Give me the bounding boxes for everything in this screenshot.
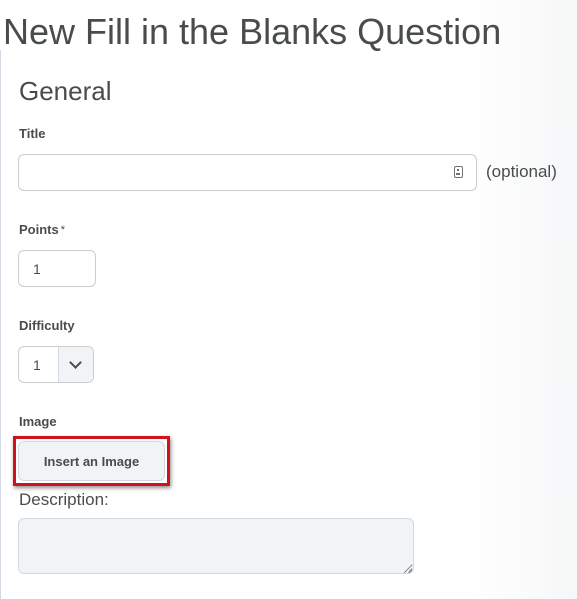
contact-card-icon[interactable] [454, 166, 463, 178]
description-textarea[interactable] [18, 518, 414, 574]
chevron-down-icon [69, 356, 82, 369]
title-input[interactable] [18, 154, 477, 191]
page-title: New Fill in the Blanks Question [3, 11, 502, 52]
image-label: Image [19, 414, 57, 429]
points-input[interactable] [18, 250, 96, 287]
difficulty-dropdown-button[interactable] [58, 347, 93, 382]
insert-image-button[interactable]: Insert an Image [18, 441, 165, 481]
points-label: Points * [19, 222, 65, 238]
title-optional-hint: (optional) [486, 162, 557, 181]
points-label-text: Points [19, 222, 59, 237]
question-editor-page: New Fill in the Blanks Question General … [0, 0, 577, 599]
required-marker: * [60, 224, 66, 236]
resize-grip-icon[interactable] [404, 565, 412, 573]
difficulty-label: Difficulty [19, 318, 75, 333]
content-divider [0, 50, 1, 599]
title-label: Title [19, 126, 46, 141]
description-label: Description: [19, 490, 109, 509]
section-heading-general: General [19, 76, 112, 106]
difficulty-select[interactable]: 1 [18, 346, 94, 383]
difficulty-selected-value: 1 [33, 357, 41, 373]
